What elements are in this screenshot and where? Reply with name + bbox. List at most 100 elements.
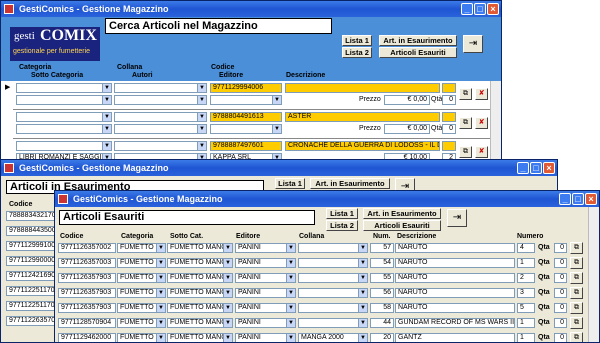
- collana-select[interactable]: ▼: [114, 141, 207, 151]
- descrizione-field[interactable]: NARUTO: [395, 258, 515, 268]
- chevron-down-icon[interactable]: ▼: [197, 96, 206, 104]
- chevron-down-icon[interactable]: ▼: [102, 96, 111, 104]
- descrizione-field[interactable]: CRONACHE DELLA GUERRA DI LODOSS - IL DE: [285, 141, 440, 151]
- vertical-scrollbar[interactable]: [588, 207, 599, 342]
- chevron-down-icon[interactable]: ▼: [223, 319, 232, 327]
- chevron-down-icon[interactable]: ▼: [286, 304, 295, 312]
- qta-field[interactable]: 0: [554, 243, 567, 253]
- collana-select[interactable]: ▼: [298, 258, 368, 268]
- sottocat-select[interactable]: FUMETTO MANGA ▼: [167, 273, 233, 283]
- close-icon[interactable]: ×: [487, 3, 499, 15]
- qta-field[interactable]: 0: [442, 124, 456, 134]
- chevron-down-icon[interactable]: ▼: [358, 334, 367, 342]
- descrizione-field[interactable]: GUNDAM RECORD OF MS WARS II: [395, 318, 515, 328]
- editore-select[interactable]: ▼: [210, 124, 282, 134]
- collana-select[interactable]: ▼: [298, 303, 368, 313]
- codice-field[interactable]: 9771129991005: [6, 241, 58, 251]
- maximize-icon[interactable]: □: [474, 3, 486, 15]
- num-field[interactable]: 58: [370, 303, 394, 313]
- numero-field[interactable]: 1: [517, 258, 535, 268]
- editore-select[interactable]: PANINI ▼: [235, 258, 296, 268]
- open-record-icon[interactable]: ⧉: [570, 317, 583, 329]
- codice-field[interactable]: 7888834321703: [6, 211, 58, 221]
- descrizione-field[interactable]: NARUTO: [395, 243, 515, 253]
- art-esaurimento-button[interactable]: Art. in Esaurimento: [310, 178, 390, 189]
- prezzo-field[interactable]: € 0,00: [384, 95, 430, 105]
- codice-field[interactable]: 9771122511700: [6, 286, 58, 296]
- chevron-down-icon[interactable]: ▼: [358, 289, 367, 297]
- collana-select[interactable]: ▼: [298, 318, 368, 328]
- chevron-down-icon[interactable]: ▼: [223, 274, 232, 282]
- descrizione-field[interactable]: GANTZ: [395, 333, 515, 342]
- sottocat-select[interactable]: FUMETTO MANGA ▼: [167, 303, 233, 313]
- prezzo-field[interactable]: € 0,00: [384, 124, 430, 134]
- minimize-icon[interactable]: _: [517, 162, 529, 174]
- categoria-select[interactable]: FUMETTO ▼: [117, 258, 166, 268]
- codice-field[interactable]: 9771122635700: [6, 316, 58, 326]
- maximize-icon[interactable]: □: [530, 162, 542, 174]
- window-titlebar[interactable]: GestiComics - Gestione Magazzino _ □ ×: [1, 160, 557, 176]
- collana-select[interactable]: ▼: [298, 243, 368, 253]
- delete-record-icon[interactable]: ✘: [475, 88, 488, 100]
- chevron-down-icon[interactable]: ▼: [358, 304, 367, 312]
- art-esauriti-button[interactable]: Articoli Esauriti: [379, 47, 457, 58]
- editore-select[interactable]: PANINI ▼: [235, 333, 296, 342]
- open-record-icon[interactable]: ⧉: [570, 242, 583, 254]
- num-field[interactable]: 55: [370, 273, 394, 283]
- qta-field[interactable]: 0: [554, 258, 567, 268]
- open-record-icon[interactable]: ⧉: [570, 257, 583, 269]
- close-icon[interactable]: ×: [585, 193, 597, 205]
- window-titlebar[interactable]: GestiComics - Gestione Magazzino _ □ ×: [1, 1, 501, 17]
- open-record-icon[interactable]: ⧉: [570, 272, 583, 284]
- art-esaurimento-button[interactable]: Art. in Esaurimento: [363, 208, 441, 219]
- chevron-down-icon[interactable]: ▼: [272, 96, 281, 104]
- codice-field[interactable]: 9771126357903: [58, 303, 116, 313]
- chevron-down-icon[interactable]: ▼: [358, 259, 367, 267]
- codice-field[interactable]: 9771124216900: [6, 271, 58, 281]
- num-field[interactable]: 56: [370, 288, 394, 298]
- categoria-select[interactable]: FUMETTO ▼: [117, 318, 166, 328]
- chevron-down-icon[interactable]: ▼: [197, 125, 206, 133]
- collana-select[interactable]: ▼: [114, 112, 207, 122]
- chevron-down-icon[interactable]: ▼: [156, 289, 165, 297]
- categoria-select[interactable]: ▼: [16, 141, 112, 151]
- sottocat-select[interactable]: FUMETTO MANGA ▼: [167, 258, 233, 268]
- qta-field[interactable]: 0: [554, 303, 567, 313]
- numero-field[interactable]: 3: [517, 288, 535, 298]
- chevron-down-icon[interactable]: ▼: [223, 289, 232, 297]
- codice-field[interactable]: 9771129462000: [58, 333, 116, 342]
- exit-door-icon[interactable]: ⇥: [447, 209, 467, 227]
- num-field[interactable]: 54: [370, 258, 394, 268]
- chevron-down-icon[interactable]: ▼: [286, 289, 295, 297]
- numero-field[interactable]: 5: [517, 303, 535, 313]
- open-record-icon[interactable]: ⧉: [459, 117, 472, 129]
- chevron-down-icon[interactable]: ▼: [156, 334, 165, 342]
- art-esauriti-button[interactable]: Articoli Esauriti: [363, 220, 441, 231]
- chevron-down-icon[interactable]: ▼: [156, 304, 165, 312]
- vertical-scrollbar[interactable]: [490, 81, 501, 164]
- codice-field[interactable]: 9788887497601: [210, 141, 282, 151]
- chevron-down-icon[interactable]: ▼: [102, 125, 111, 133]
- categoria-select[interactable]: FUMETTO ▼: [117, 333, 166, 342]
- open-record-icon[interactable]: ⧉: [570, 302, 583, 314]
- codice-field[interactable]: 9788884435008: [6, 226, 58, 236]
- editore-select[interactable]: PANINI ▼: [235, 273, 296, 283]
- chevron-down-icon[interactable]: ▼: [358, 274, 367, 282]
- editore-select[interactable]: ▼: [210, 95, 282, 105]
- exit-door-icon[interactable]: ⇥: [463, 35, 483, 53]
- chevron-down-icon[interactable]: ▼: [223, 259, 232, 267]
- chevron-down-icon[interactable]: ▼: [197, 113, 206, 121]
- numero-field[interactable]: 2: [517, 273, 535, 283]
- qta-field[interactable]: 0: [554, 333, 567, 342]
- chevron-down-icon[interactable]: ▼: [286, 259, 295, 267]
- sottocat-select[interactable]: FUMETTO MANGA ▼: [167, 243, 233, 253]
- art-esaurimento-button[interactable]: Art. in Esaurimento: [379, 35, 457, 46]
- descrizione-field[interactable]: NARUTO: [395, 288, 515, 298]
- qta-field[interactable]: 0: [554, 273, 567, 283]
- collana-select[interactable]: MANGA 2000 ▼: [298, 333, 368, 342]
- numero-field[interactable]: [442, 112, 456, 122]
- editore-select[interactable]: PANINI ▼: [235, 288, 296, 298]
- chevron-down-icon[interactable]: ▼: [286, 334, 295, 342]
- window-titlebar[interactable]: GestiComics - Gestione Magazzino _ □ ×: [55, 191, 599, 207]
- num-field[interactable]: 57: [370, 243, 394, 253]
